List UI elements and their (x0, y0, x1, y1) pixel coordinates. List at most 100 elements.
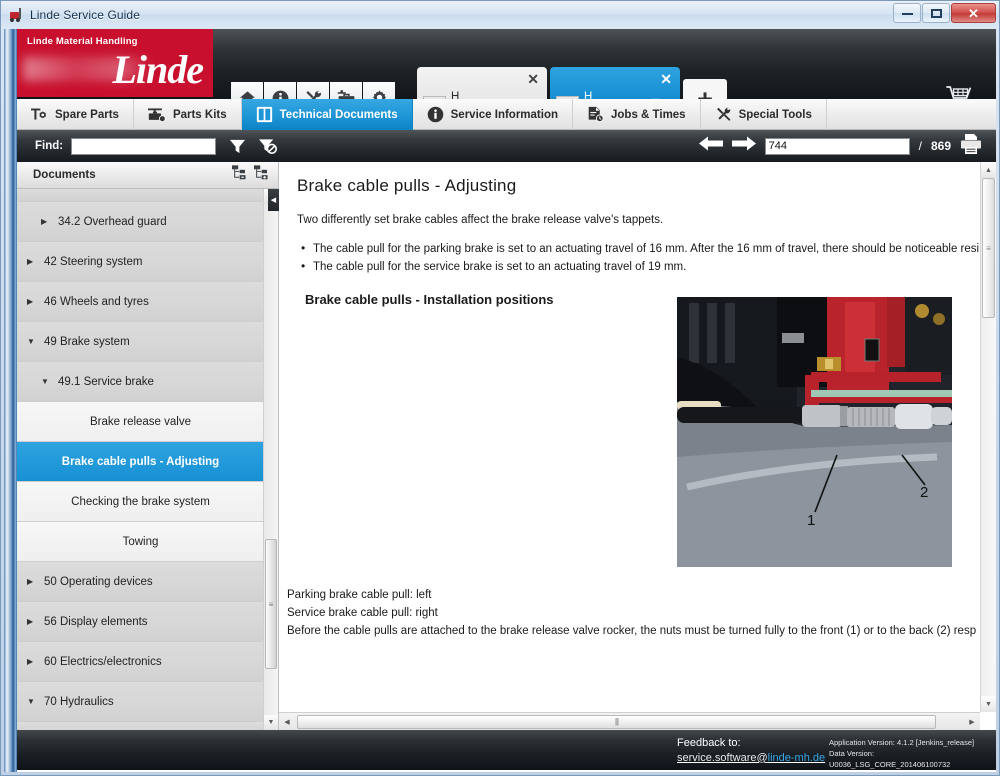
tree-node-34-2[interactable]: 34.2 Overhead guard (17, 202, 278, 242)
chevron-right-icon (27, 617, 39, 626)
photo-callout-1: 1 (807, 512, 815, 529)
collapse-tree-icon[interactable] (232, 165, 248, 185)
app-forklift-icon (8, 7, 24, 23)
feedback-email-link[interactable]: service.software@linde-mh.de (677, 751, 825, 766)
tree-node-partial-bottom (17, 722, 278, 730)
maximize-button[interactable] (922, 3, 950, 23)
page-number-input[interactable] (765, 138, 910, 155)
tree-node-56[interactable]: 56 Display elements (17, 602, 278, 642)
arrow-right-icon[interactable] (732, 135, 756, 157)
app-header: Linde Material Handling Linde (17, 29, 996, 99)
toolbar-icons (231, 82, 396, 99)
gear-icon[interactable] (363, 82, 395, 99)
document-line-1: Parking brake cable pull: left (287, 587, 976, 605)
tree-node-46-label: 46 Wheels and tyres (44, 296, 149, 308)
document-intro: Two differently set brake cables affect … (297, 212, 972, 229)
tree-scroll-down-icon[interactable]: ▼ (264, 715, 278, 730)
find-input[interactable] (71, 138, 216, 155)
title-bar: Linde Service Guide ✕ (1, 1, 999, 28)
tree-item-brake-cable-pulls-adjusting[interactable]: Brake cable pulls - Adjusting (17, 442, 278, 482)
info-icon (427, 106, 444, 123)
cart-icon[interactable] (944, 83, 976, 99)
doc-vscroll-thumb[interactable]: ≡ (982, 178, 995, 318)
tree-node-49[interactable]: 49 Brake system (17, 322, 278, 362)
feedback-email-prefix: service.software@ (677, 752, 768, 764)
tree-node-46[interactable]: 46 Wheels and tyres (17, 282, 278, 322)
tree-node-50[interactable]: 50 Operating devices (17, 562, 278, 602)
clock-doc-icon (587, 106, 604, 123)
application-body: Linde Material Handling Linde (4, 29, 996, 772)
home-icon[interactable] (231, 82, 263, 99)
tree-node-49-label: 49 Brake system (44, 336, 130, 348)
doc-scroll-right-icon[interactable]: ▶ (964, 713, 980, 730)
tree-item-brake-release-valve[interactable]: Brake release valve (17, 402, 278, 442)
toolbox-icon[interactable] (330, 82, 362, 99)
tab-jobs-times[interactable]: Jobs & Times (573, 99, 701, 130)
page-separator: / (919, 139, 922, 153)
add-machine-tab-button[interactable]: + (683, 79, 727, 99)
document-line-2: Service brake cable pull: right (287, 605, 976, 623)
tree-item-checking-the-brake-system[interactable]: Checking the brake system (17, 482, 278, 522)
brand-wordmark: Linde (112, 46, 203, 93)
feedback-label: Feedback to: (677, 736, 825, 751)
close-button[interactable]: ✕ (951, 3, 996, 23)
filter-icon[interactable] (229, 138, 246, 155)
document-vertical-scrollbar[interactable]: ▲ ≡ ▼ (980, 162, 996, 712)
tree-node-60[interactable]: 60 Electrics/electronics (17, 642, 278, 682)
expand-tree-icon[interactable] (254, 165, 270, 185)
tree-scrollbar[interactable]: ▲ ≡ ▼ (263, 189, 278, 730)
document-bullet-list: The cable pull for the parking brake is … (297, 240, 972, 277)
doc-scroll-up-icon[interactable]: ▲ (981, 162, 996, 178)
chevron-down-icon (27, 337, 39, 346)
tree-node-49-1[interactable]: 49.1 Service brake (17, 362, 278, 402)
tab-spare-parts-label: Spare Parts (55, 109, 119, 121)
tab-special-tools-label: Special Tools (739, 109, 812, 121)
doc-hscroll-thumb[interactable]: ||| (297, 715, 936, 729)
tree-node-42[interactable]: 42 Steering system (17, 242, 278, 282)
tab-spare-parts[interactable]: Spare Parts (17, 99, 134, 130)
tab-parts-kits[interactable]: Parts Kits (134, 99, 242, 130)
document-horizontal-scrollbar[interactable]: ◀ ||| ▶ (279, 712, 980, 730)
arrow-left-icon[interactable] (699, 135, 723, 157)
find-label: Find: (35, 140, 63, 152)
machine-tab-1-close-icon[interactable]: ✕ (527, 72, 539, 86)
tab-service-information[interactable]: Service Information (413, 99, 573, 130)
filter-clear-icon[interactable] (259, 137, 278, 155)
tools-icon[interactable] (297, 82, 329, 99)
document-page: Brake cable pulls - Adjusting Two differ… (279, 162, 980, 712)
minimize-button[interactable] (893, 3, 921, 23)
left-accent-strip (4, 29, 17, 772)
machine-tab-1[interactable]: ✕ H 353-02, H50D... (417, 67, 547, 99)
tree-header-icons (232, 165, 270, 185)
tree-node-70[interactable]: 70 Hydraulics (17, 682, 278, 722)
doc-scroll-down-icon[interactable]: ▼ (981, 696, 996, 712)
main-split: Documents (17, 162, 996, 730)
tab-technical-documents[interactable]: Technical Documents (242, 99, 413, 130)
chevron-right-icon (27, 657, 39, 666)
tree-item-towing[interactable]: Towing (17, 522, 278, 562)
doc-hscroll-track[interactable]: ||| (295, 715, 964, 729)
doc-scroll-left-icon[interactable]: ◀ (279, 713, 295, 730)
machine-tab-1-line1: H (451, 91, 532, 99)
printer-icon[interactable] (960, 134, 982, 159)
tree-header-title: Documents (33, 169, 96, 181)
tree-node-56-label: 56 Display elements (44, 616, 148, 628)
document-bullet-1: The cable pull for the parking brake is … (297, 240, 972, 258)
tree-header: Documents (17, 162, 278, 189)
info-icon[interactable] (264, 82, 296, 99)
tree-node-50-label: 50 Operating devices (44, 576, 153, 588)
tree-scroll-area: 34.2 Overhead guard 42 Steering system 4… (17, 189, 278, 730)
page-total: 869 (931, 139, 951, 153)
chevron-right-icon (41, 217, 53, 226)
machine-tab-2[interactable]: ✕ H 393-02, H25D... (550, 67, 680, 99)
tab-special-tools[interactable]: Special Tools (701, 99, 827, 130)
bolt-nut-icon (31, 107, 48, 122)
collapse-panel-handle[interactable]: ◀ (268, 189, 279, 211)
page-navigation: / 869 (699, 134, 982, 159)
version-block: Application Version: 4.1.2 [Jenkins_rele… (829, 738, 996, 771)
tree-scrollbar-thumb[interactable]: ≡ (265, 539, 277, 669)
machine-tab-2-close-icon[interactable]: ✕ (660, 72, 672, 86)
linde-logo: Linde Material Handling Linde (17, 29, 213, 97)
document-text-block: Parking brake cable pull: left Service b… (287, 587, 976, 640)
window-title: Linde Service Guide (30, 8, 140, 22)
